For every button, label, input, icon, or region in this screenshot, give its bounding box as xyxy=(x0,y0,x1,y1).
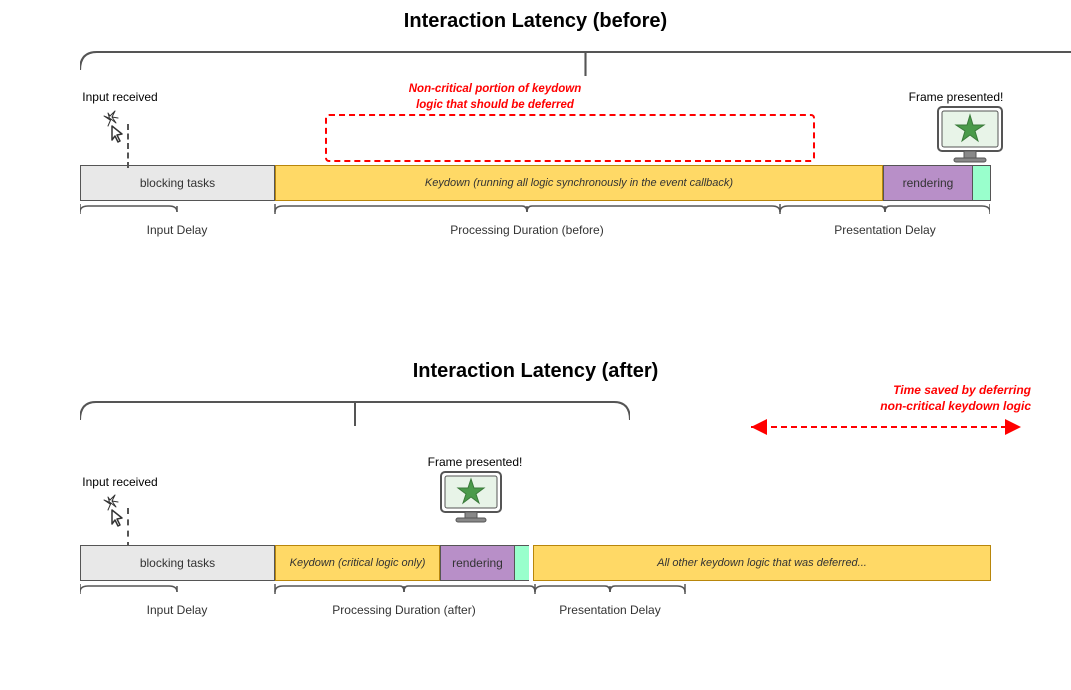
top-timeline-row: blocking tasks Keydown (running all logi… xyxy=(80,165,991,201)
bot-bar-keydown: Keydown (critical logic only) xyxy=(275,545,440,581)
svg-text:Presentation Delay: Presentation Delay xyxy=(559,603,660,617)
bot-arrow-text1: Time saved by deferring non-critical key… xyxy=(741,382,1031,414)
bot-monitor-icon xyxy=(438,470,504,531)
svg-text:Processing Duration (after): Processing Duration (after) xyxy=(332,603,475,617)
bot-bar-blocking: blocking tasks xyxy=(80,545,275,581)
diagram-container: Interaction Latency (before) Input recei… xyxy=(0,0,1071,690)
bot-input-received-label: Input received xyxy=(80,475,160,489)
bot-green-tail xyxy=(515,545,529,581)
top-dashed-box xyxy=(325,114,815,162)
bot-frame-presented-label: Frame presented! xyxy=(420,455,530,469)
top-bar-rendering-purple: rendering xyxy=(883,165,973,201)
bottom-diagram: Interaction Latency (after) Time saved b… xyxy=(30,360,1041,670)
top-annotation-line1: Non-critical portion of keydown xyxy=(409,83,582,95)
top-annotation-line2: logic that should be deferred xyxy=(416,99,574,111)
top-frame-presented-label: Frame presented! xyxy=(901,90,1011,104)
bot-title: Interaction Latency (after) xyxy=(30,360,1041,383)
bot-bar-rendering-purple: rendering xyxy=(440,545,515,581)
top-input-dotted-line xyxy=(127,124,129,168)
top-diagram: Interaction Latency (before) Input recei… xyxy=(30,10,1041,320)
top-presentation-label: Presentation Delay xyxy=(834,223,935,237)
bot-red-arrow-line xyxy=(741,419,1031,435)
svg-text:Input Delay: Input Delay xyxy=(147,603,208,617)
bot-red-annotation: Time saved by deferring non-critical key… xyxy=(741,382,1031,435)
bot-cursor-icon xyxy=(98,492,138,540)
top-cursor-icon xyxy=(98,108,138,156)
top-bottom-braces: Input Delay Processing Duration (before)… xyxy=(80,204,990,260)
top-input-delay-label: Input Delay xyxy=(147,223,208,237)
top-monitor-icon xyxy=(934,105,1006,170)
top-green-tail xyxy=(973,165,991,201)
bot-input-dotted-line xyxy=(127,508,129,548)
top-title: Interaction Latency (before) xyxy=(30,10,1041,33)
bot-bottom-braces: Input Delay Processing Duration (after) … xyxy=(80,584,990,640)
bot-timeline-row: blocking tasks Keydown (critical logic o… xyxy=(80,545,991,581)
top-bar-blocking: blocking tasks xyxy=(80,165,275,201)
top-outer-brace xyxy=(80,48,1071,76)
bot-outer-brace xyxy=(80,398,630,426)
bot-bar-deferred: All other keydown logic that was deferre… xyxy=(533,545,991,581)
top-input-received-label: Input received xyxy=(80,90,160,104)
top-red-annotation: Non-critical portion of keydown logic th… xyxy=(370,82,620,113)
top-processing-label: Processing Duration (before) xyxy=(450,223,603,237)
top-bar-keydown: Keydown (running all logic synchronously… xyxy=(275,165,883,201)
